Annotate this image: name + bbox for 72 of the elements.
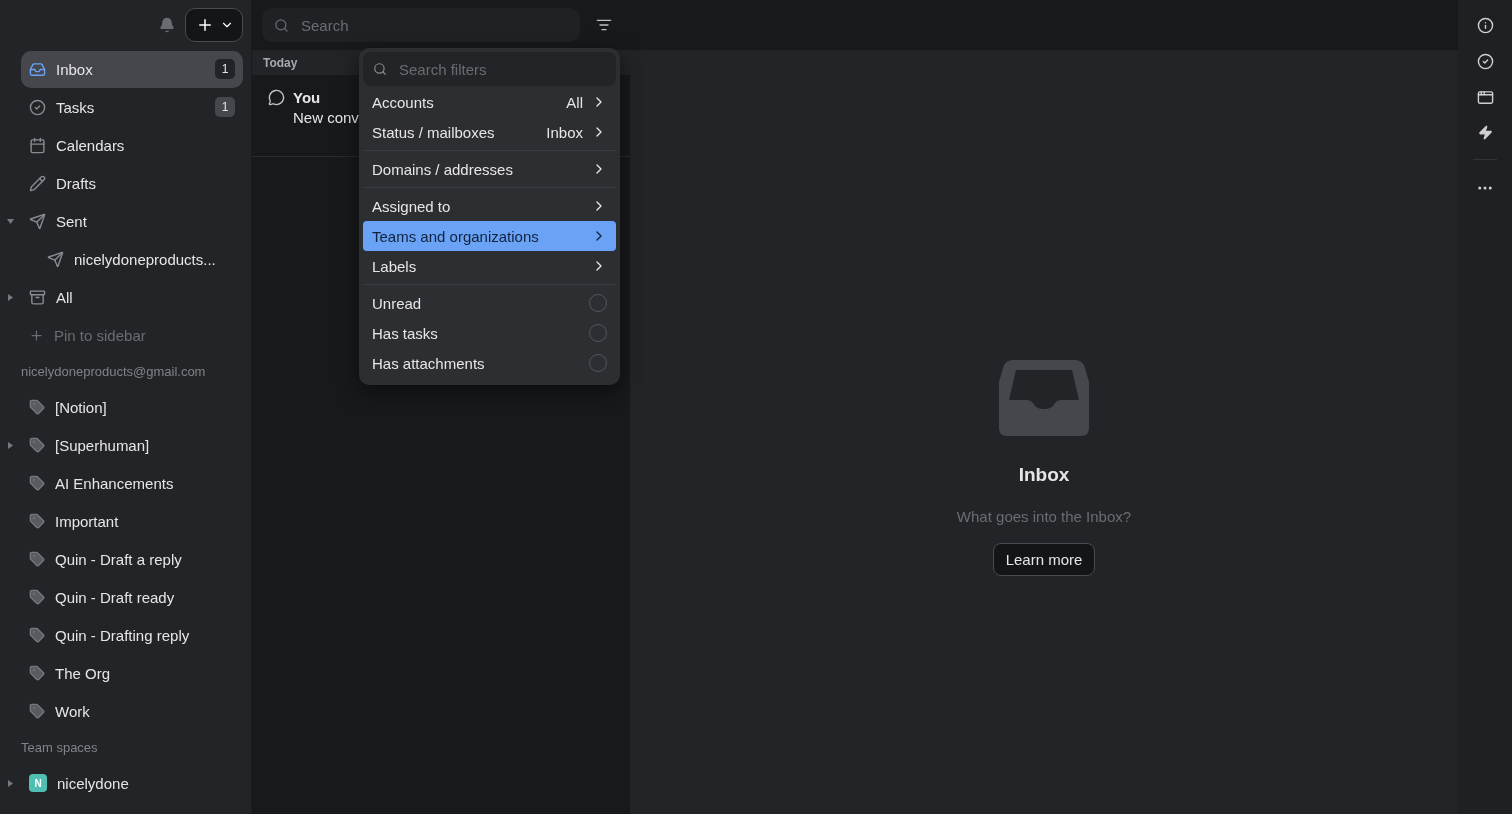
plus-icon [196, 16, 214, 34]
inbox-icon [29, 60, 46, 78]
count-badge: 1 [215, 97, 235, 117]
search-field[interactable]: Search [262, 8, 580, 42]
empty-state-text: What goes into the Inbox? [956, 508, 1132, 525]
tag-icon [29, 703, 45, 719]
tag-icon [29, 665, 45, 681]
filter-menu-item[interactable]: Teams and organizations [363, 221, 616, 251]
sidebar-item[interactable]: nicelydoneproducts... [21, 240, 243, 278]
filter-search-field[interactable]: Search filters [363, 52, 616, 86]
filter-toggle-item[interactable]: Unread [363, 288, 616, 318]
sidebar-label-item[interactable]: Quin - Draft a reply [21, 540, 243, 578]
filter-menu-item[interactable]: Accounts All [363, 87, 616, 117]
expand-triangle-icon[interactable] [7, 293, 14, 301]
calendar-icon [29, 136, 46, 154]
tag-icon [29, 589, 45, 605]
sidebar-label-item[interactable]: Quin - Drafting reply [21, 616, 243, 654]
inbox-tray-icon [999, 360, 1089, 436]
team-item[interactable]: N nicelydone [21, 764, 243, 802]
check-circle-icon[interactable] [1476, 53, 1494, 70]
speech-bubble-icon [268, 89, 285, 106]
filter-icon[interactable] [596, 17, 612, 33]
account-heading: nicelydoneproducts@gmail.com [20, 362, 207, 381]
sender-name: You [293, 89, 322, 106]
info-icon[interactable] [1476, 17, 1494, 34]
filter-menu-item[interactable]: Domains / addresses [363, 154, 616, 184]
bell-icon[interactable] [159, 17, 175, 33]
expand-triangle-icon[interactable] [7, 779, 14, 787]
tag-icon [29, 627, 45, 643]
pencil-icon [29, 174, 46, 192]
team-avatar: N [29, 774, 47, 792]
sidebar-item[interactable]: Calendars [21, 126, 243, 164]
tag-icon [29, 475, 45, 491]
empty-state-title: Inbox [1018, 464, 1070, 486]
count-badge: 1 [215, 59, 235, 79]
archive-box-icon [29, 288, 46, 306]
sidebar-label-item[interactable]: [Superhuman] [21, 426, 243, 464]
sidebar-label-item[interactable]: AI Enhancements [21, 464, 243, 502]
section-heading: Team spaces [20, 738, 99, 757]
search-icon [274, 17, 289, 33]
sidebar-item[interactable]: All [21, 278, 243, 316]
sidebar-label-item[interactable]: Important [21, 502, 243, 540]
sidebar-label-item[interactable]: Work [21, 692, 243, 730]
compose-button[interactable] [185, 8, 243, 42]
search-icon [373, 62, 387, 76]
tag-icon [29, 551, 45, 567]
expand-triangle-icon[interactable] [7, 217, 14, 225]
paper-plane-icon [29, 212, 46, 230]
filter-menu-item[interactable]: Assigned to [363, 191, 616, 221]
sidebar-label-item[interactable]: [Notion] [21, 388, 243, 426]
filter-toggle-item[interactable]: Has attachments [363, 348, 616, 378]
tag-icon [29, 399, 45, 415]
sidebar-item[interactable]: Sent [21, 202, 243, 240]
calendar-icon[interactable] [1476, 89, 1494, 106]
tag-icon [29, 513, 45, 529]
sidebar-item[interactable]: Tasks 1 [21, 88, 243, 126]
message-preview: New conv [293, 109, 359, 126]
filter-toggle-item[interactable]: Has tasks [363, 318, 616, 348]
sidebar-item[interactable]: Inbox 1 [21, 50, 243, 88]
expand-triangle-icon[interactable] [7, 441, 14, 449]
sidebar-item[interactable]: Drafts [21, 164, 243, 202]
filter-menu-item[interactable]: Labels [363, 251, 616, 281]
check-circle-icon [29, 98, 46, 116]
sidebar-label-item[interactable]: Quin - Draft ready [21, 578, 243, 616]
plus-icon[interactable] [29, 327, 44, 343]
lightning-icon[interactable] [1477, 125, 1493, 140]
search-input[interactable]: Search [299, 15, 568, 35]
paper-plane-icon [47, 250, 64, 268]
filter-menu-item[interactable]: Status / mailboxes Inbox [363, 117, 616, 147]
learn-more-button[interactable]: Learn more [992, 543, 1096, 576]
tag-icon [29, 437, 45, 453]
sidebar-label-item[interactable]: The Org [21, 654, 243, 692]
